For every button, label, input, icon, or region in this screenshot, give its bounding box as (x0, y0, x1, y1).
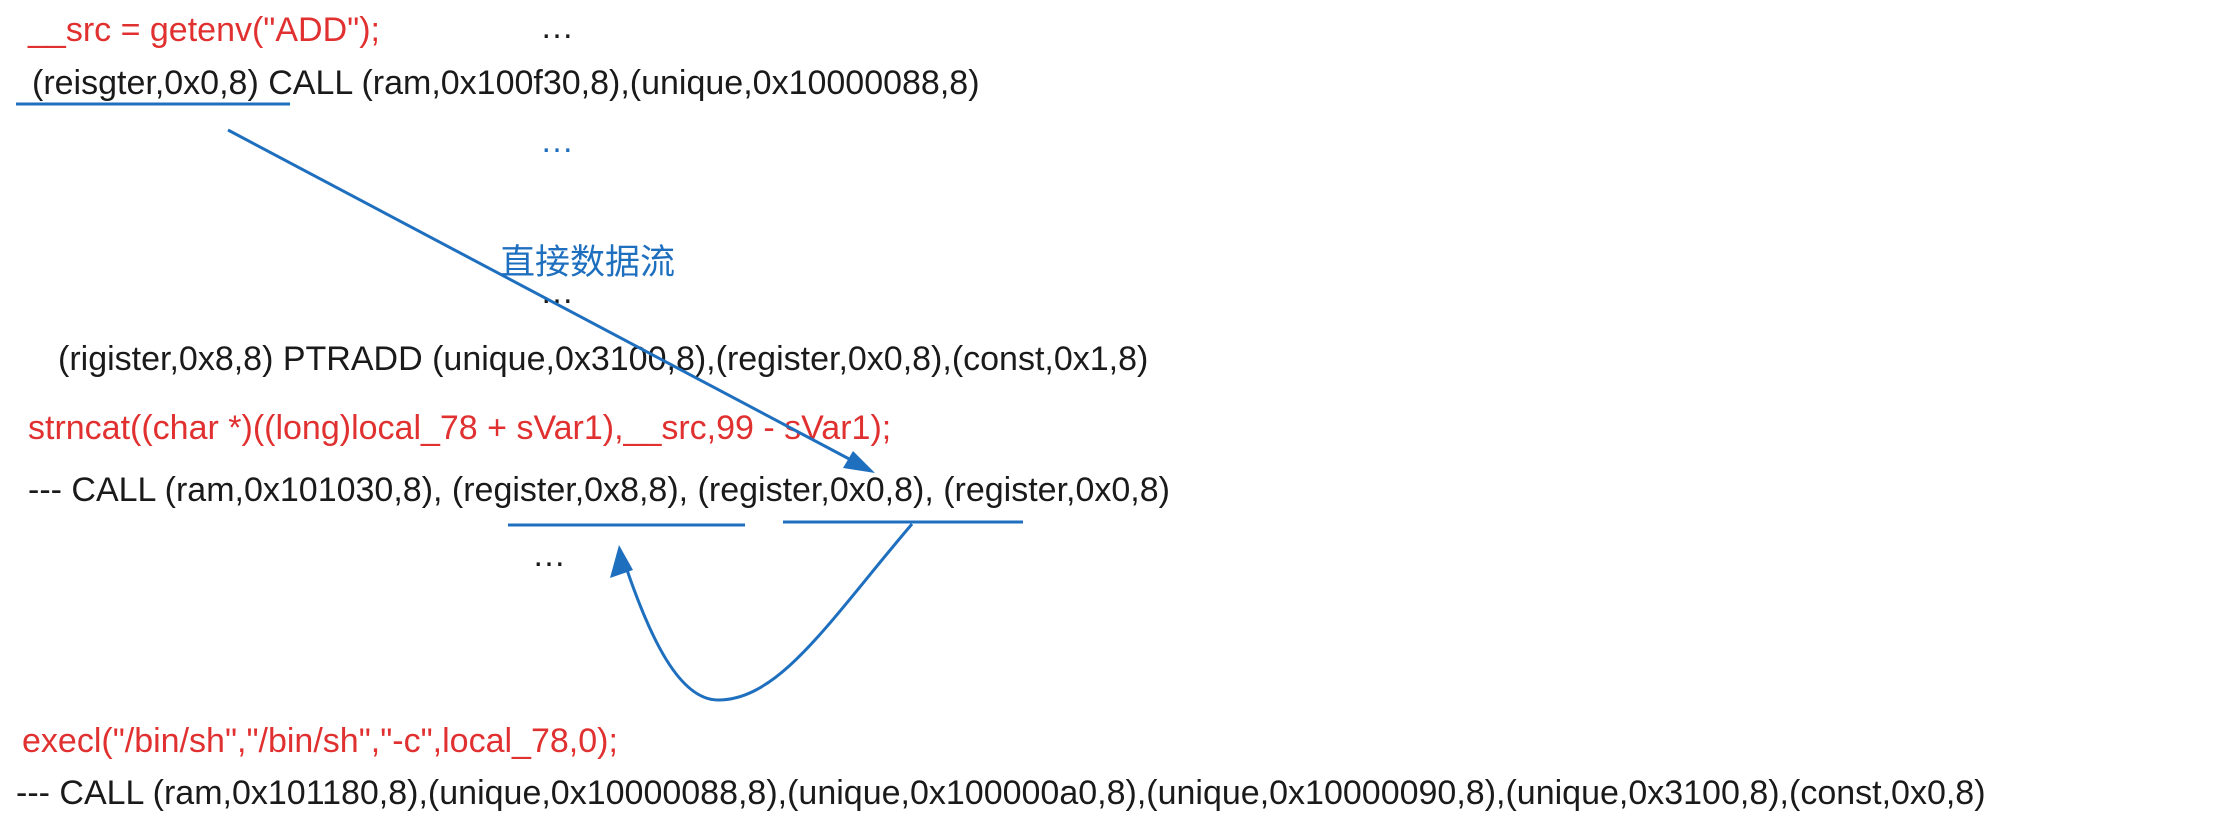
ellipsis-blue: … (540, 122, 574, 160)
strncat-source-line: strncat((char *)((long)local_78 + sVar1)… (28, 409, 892, 447)
ellipsis-mid: … (540, 273, 574, 311)
ptradd-pcode: (rigister,0x8,8) PTRADD (unique,0x3100,8… (58, 340, 1149, 378)
ellipsis-top: … (540, 8, 574, 46)
ellipsis-low: … (532, 536, 566, 574)
getenv-call-pcode: (reisgter,0x0,8) CALL (ram,0x100f30,8),(… (32, 64, 980, 102)
getenv-source-line: __src = getenv("ADD"); (28, 11, 380, 49)
direct-dataflow-label: 直接数据流 (500, 243, 676, 283)
execl-source-line: execl("/bin/sh","/bin/sh","-c",local_78,… (22, 722, 618, 760)
direct-dataflow-arrowhead (843, 451, 875, 473)
execl-call-pcode: --- CALL (ram,0x101180,8),(unique,0x1000… (16, 774, 1986, 812)
strncat-call-pcode: --- CALL (ram,0x101030,8), (register,0x8… (28, 471, 1170, 509)
loop-back-arrow (621, 523, 914, 702)
loop-back-arrowhead (610, 545, 633, 578)
